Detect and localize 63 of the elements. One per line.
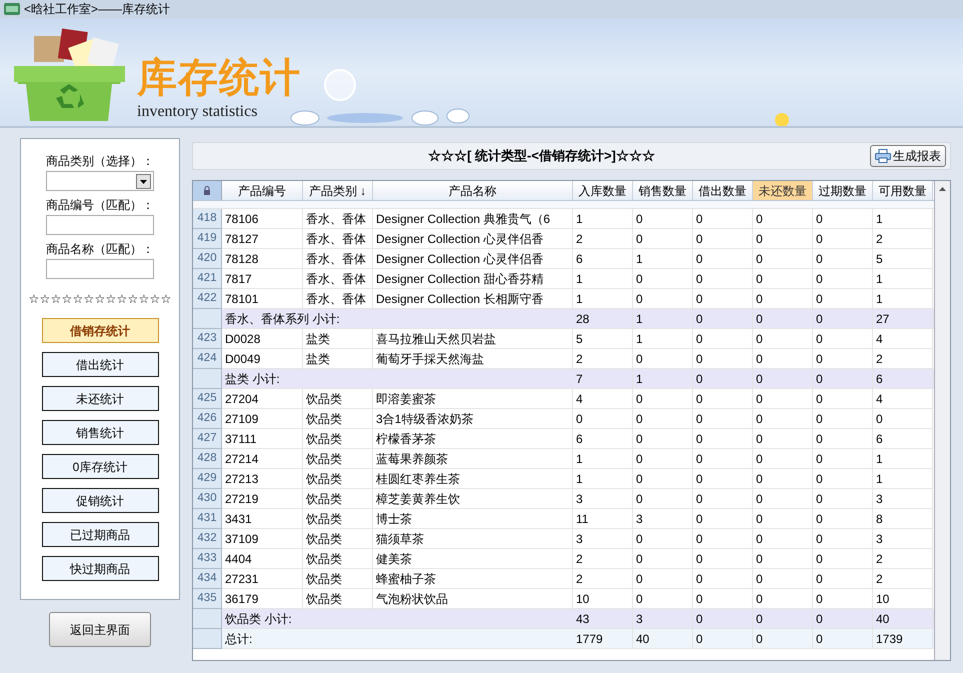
field-label: 商品类别（选择）： [46, 153, 154, 169]
column-header[interactable]: 借出数量 [693, 181, 753, 200]
row-number: 432 [193, 529, 222, 549]
input-field[interactable] [46, 215, 154, 235]
stat-button[interactable]: 借出统计 [42, 352, 158, 377]
generate-report-button[interactable]: 生成报表 [870, 145, 946, 167]
table-cell: 0 [753, 629, 813, 649]
window-title: <晗社工作室>——库存统计 [24, 3, 170, 15]
banner-title: 库存统计 [137, 58, 301, 98]
row-number [193, 629, 222, 649]
column-header[interactable]: 产品名称 [373, 181, 573, 200]
row-number: 427 [193, 429, 222, 449]
back-button[interactable]: 返回主界面 [49, 612, 151, 647]
recycle-box-icon [12, 28, 127, 123]
row-number: 425 [193, 389, 222, 409]
row-number: 420 [193, 249, 222, 269]
row-number: 426 [193, 409, 222, 429]
scrollbar[interactable] [934, 181, 950, 660]
row-number: 423 [193, 329, 222, 349]
scroll-up-icon[interactable] [939, 187, 946, 191]
row-number: 419 [193, 229, 222, 249]
row-number: 433 [193, 549, 222, 569]
stat-button[interactable]: 快过期商品 [42, 556, 158, 581]
row-number: 431 [193, 509, 222, 529]
row-number: 424 [193, 349, 222, 369]
bubble-icon [323, 68, 357, 102]
table-cell: 1739 [873, 629, 933, 649]
star-divider: ☆☆☆☆☆☆☆☆☆☆☆☆☆ [28, 291, 172, 307]
report-title: ☆☆☆[ 统计类型-<借销存统计>]☆☆☆ [427, 147, 656, 166]
column-header[interactable]: 过期数量 [813, 181, 873, 200]
column-header[interactable]: 可用数量 [873, 181, 933, 200]
app-icon [4, 3, 20, 15]
row-number: 421 [193, 269, 222, 289]
row-number: 428 [193, 449, 222, 469]
stat-button[interactable]: 借销存统计 [42, 318, 158, 343]
field-label: 商品名称（匹配）： [46, 241, 154, 257]
table-cell: 40 [633, 629, 693, 649]
column-header[interactable]: 产品编号 [222, 181, 303, 200]
row-number: 430 [193, 489, 222, 509]
table-cell: 0 [693, 629, 753, 649]
column-header[interactable]: 入库数量 [573, 181, 633, 200]
stat-button[interactable]: 已过期商品 [42, 522, 158, 547]
field-label: 商品编号（匹配）： [46, 197, 154, 213]
category-dropdown[interactable] [46, 171, 154, 191]
group-label: 总计: [222, 629, 573, 649]
stat-button[interactable]: 未还统计 [42, 386, 158, 411]
stat-button[interactable]: 促销统计 [42, 488, 158, 513]
stat-button[interactable]: 0库存统计 [42, 454, 158, 479]
row-number: 429 [193, 469, 222, 489]
stat-button[interactable]: 销售统计 [42, 420, 158, 445]
column-header[interactable]: 产品类别 ↓ [303, 181, 373, 200]
row-number: 422 [193, 289, 222, 309]
lock-icon [203, 186, 211, 195]
row-number: 434 [193, 569, 222, 589]
input-field[interactable] [46, 259, 154, 279]
printer-icon [875, 149, 891, 163]
column-header[interactable]: 未还数量 [753, 181, 813, 200]
table-cell: 1779 [573, 629, 633, 649]
column-header[interactable]: 销售数量 [633, 181, 693, 200]
table-cell: 0 [813, 629, 873, 649]
row-number: 435 [193, 589, 222, 609]
row-number: 418 [193, 209, 222, 229]
banner-subtitle: inventory statistics [137, 104, 258, 120]
